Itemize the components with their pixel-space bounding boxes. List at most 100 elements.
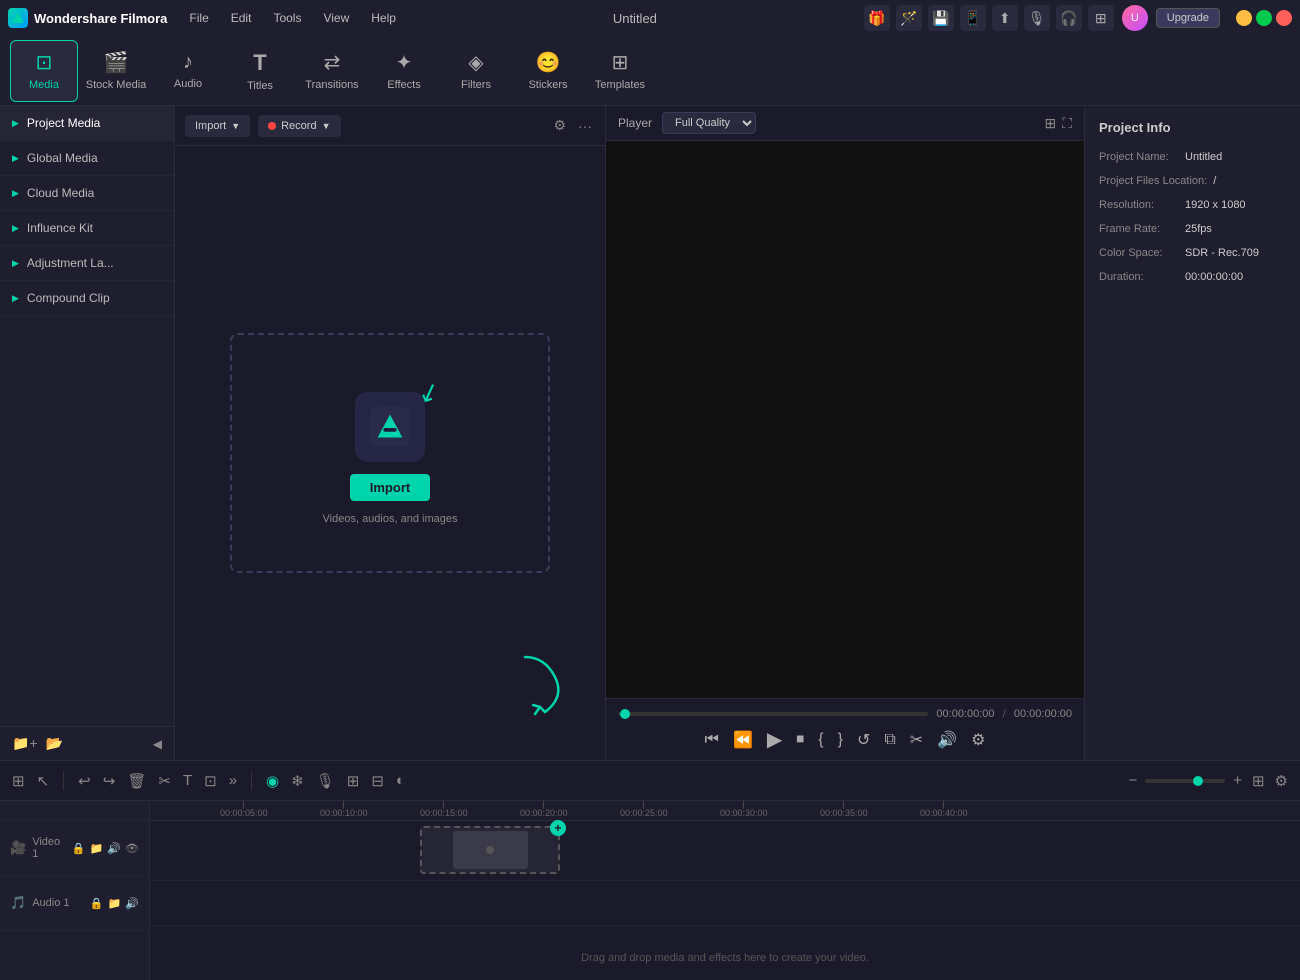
zoom-in-icon[interactable]: + (1231, 770, 1244, 791)
quality-select[interactable]: Full Quality 1/2 Quality 1/4 Quality (662, 112, 756, 134)
tl-cut-icon[interactable]: ✂ (156, 770, 173, 792)
export-frame-icon[interactable]: ⧉ (884, 731, 895, 749)
video-track: + (150, 821, 1300, 881)
player-screen (606, 141, 1084, 698)
audio-track-volume[interactable]: 🔊 (125, 897, 139, 910)
framerate-value: 25fps (1185, 223, 1212, 235)
tl-text-icon[interactable]: T (181, 770, 194, 791)
titles-label: Titles (247, 80, 273, 92)
tl-settings-icon[interactable]: ⚙ (1273, 770, 1290, 792)
tl-mic-icon[interactable]: 🎙 (314, 770, 337, 792)
grid-icon[interactable]: ⊞ (1088, 5, 1114, 31)
zoom-out-icon[interactable]: − (1126, 770, 1139, 791)
t-label-3: 00:00:15:00 (420, 808, 468, 818)
close-button[interactable]: × (1276, 10, 1292, 26)
sidebar-item-compound-clip[interactable]: ▶ Compound Clip (0, 281, 174, 316)
audio-track-folder[interactable]: 📁 (108, 897, 122, 910)
stop-button[interactable]: ⏹ (796, 731, 804, 749)
video-track-volume[interactable]: 🔊 (107, 842, 121, 855)
titlebar-menu: File Edit Tools View Help (179, 7, 406, 29)
tl-pip-icon[interactable]: ⊟ (369, 770, 386, 792)
tl-freeze-icon[interactable]: ❄ (289, 770, 306, 792)
audio-track-label-text: Audio 1 (32, 897, 69, 909)
gift-icon[interactable]: 🎁 (864, 5, 890, 31)
tl-crop-icon[interactable]: ⊡ (202, 770, 219, 792)
toolbar-templates[interactable]: ⊞ Templates (586, 40, 654, 102)
mic-icon[interactable]: 🎙 (1024, 5, 1050, 31)
toolbar-effects[interactable]: ✦ Effects (370, 40, 438, 102)
play-button[interactable]: ▶ (767, 727, 782, 752)
menu-view[interactable]: View (313, 7, 359, 29)
import-media-button[interactable]: Import (350, 474, 430, 501)
record-label: Record (281, 120, 316, 132)
fullscreen-icon[interactable]: ⛶ (1062, 115, 1072, 132)
progress-bar[interactable] (618, 712, 928, 716)
video-track-eye[interactable]: 👁 (125, 842, 139, 855)
t-line-6 (743, 801, 744, 809)
wand-icon[interactable]: 🪄 (896, 5, 922, 31)
sidebar-collapse-icon[interactable]: ◀ (153, 737, 162, 751)
toolbar-transitions[interactable]: ⇄ Transitions (298, 40, 366, 102)
sidebar-item-cloud-media[interactable]: ▶ Cloud Media (0, 176, 174, 211)
clip-icon[interactable]: ✂ (910, 730, 923, 750)
minimize-button[interactable]: − (1236, 10, 1252, 26)
menu-help[interactable]: Help (361, 7, 406, 29)
save-icon[interactable]: 💾 (928, 5, 954, 31)
tl-cursor-icon[interactable]: ↖ (35, 770, 52, 792)
sidebar-item-global-media[interactable]: ▶ Global Media (0, 141, 174, 176)
import-button[interactable]: Import ▼ (185, 115, 250, 137)
tl-more-icon[interactable]: » (227, 770, 239, 791)
menu-tools[interactable]: Tools (263, 7, 311, 29)
timeline: ⊞ ↖ ↩ ↪ 🗑 ✂ T ⊡ » ◉ ❄ 🎙 ⊞ ⊟ ◐ − + ⊞ ⚙ (0, 760, 1300, 980)
phone-icon[interactable]: 📱 (960, 5, 986, 31)
menu-file[interactable]: File (179, 7, 218, 29)
mark-out-icon[interactable]: } (838, 731, 843, 749)
toolbar-titles[interactable]: T Titles (226, 40, 294, 102)
toolbar-stock-media[interactable]: 🎬 Stock Media (82, 40, 150, 102)
import-drop-zone[interactable]: ↙ Import Videos, audios, and images (230, 333, 550, 573)
window-controls: − □ × (1236, 10, 1292, 26)
sidebar-item-adjustment-la[interactable]: ▶ Adjustment La... (0, 246, 174, 281)
toolbar-audio[interactable]: ♪ Audio (154, 40, 222, 102)
tl-layout-icon[interactable]: ⊞ (1250, 770, 1267, 792)
skip-back-icon[interactable]: ⏮ (705, 731, 719, 749)
tl-colorgrade-icon[interactable]: ◐ (394, 770, 407, 791)
video-track-lock[interactable]: 🔒 (72, 842, 86, 855)
toolbar-filters[interactable]: ◈ Filters (442, 40, 510, 102)
tl-multi-icon[interactable]: ⊞ (345, 770, 362, 792)
settings-icon[interactable]: ⚙ (971, 730, 985, 750)
more-options-icon[interactable]: ··· (575, 114, 595, 137)
user-avatar[interactable]: U (1122, 5, 1148, 31)
upgrade-button[interactable]: Upgrade (1156, 8, 1220, 28)
frame-back-icon[interactable]: ⏪ (733, 730, 753, 750)
export-icon[interactable]: ⬆ (992, 5, 1018, 31)
toolbar-media[interactable]: ⊡ Media (10, 40, 78, 102)
tl-grid-icon[interactable]: ⊞ (10, 770, 27, 792)
arrow-icon-compound: ▶ (12, 293, 19, 304)
loop-icon[interactable]: ↺ (857, 730, 870, 750)
sidebar-item-influence-kit[interactable]: ▶ Influence Kit (0, 211, 174, 246)
maximize-button[interactable]: □ (1256, 10, 1272, 26)
mark-in-icon[interactable]: { (818, 731, 823, 749)
sidebar-item-project-media[interactable]: ▶ Project Media (0, 106, 174, 141)
volume-icon[interactable]: 🔊 (937, 730, 957, 750)
audio-track-lock[interactable]: 🔒 (90, 897, 104, 910)
add-folder-icon[interactable]: 📁+ (12, 735, 38, 752)
new-folder-icon[interactable]: 📂 (46, 735, 63, 752)
video-track-folder[interactable]: 📁 (90, 842, 104, 855)
tl-snap-icon[interactable]: ◉ (264, 770, 281, 792)
tl-delete-icon[interactable]: 🗑 (125, 770, 148, 792)
audio-track-icon: 🎵 (10, 895, 26, 911)
tl-undo-icon[interactable]: ↩ (76, 770, 93, 792)
menu-edit[interactable]: Edit (221, 7, 262, 29)
headset-icon[interactable]: 🎧 (1056, 5, 1082, 31)
toolbar-stickers[interactable]: 😊 Stickers (514, 40, 582, 102)
zoom-handle[interactable] (1193, 776, 1203, 786)
progress-handle[interactable] (620, 709, 630, 719)
grid-view-icon[interactable]: ⊞ (1044, 115, 1056, 132)
record-caret-icon: ▼ (322, 121, 331, 131)
record-button[interactable]: Record ▼ (258, 115, 340, 137)
tl-redo-icon[interactable]: ↪ (101, 770, 118, 792)
zoom-slider[interactable] (1145, 779, 1225, 783)
filter-icon[interactable]: ⚙ (550, 114, 569, 137)
